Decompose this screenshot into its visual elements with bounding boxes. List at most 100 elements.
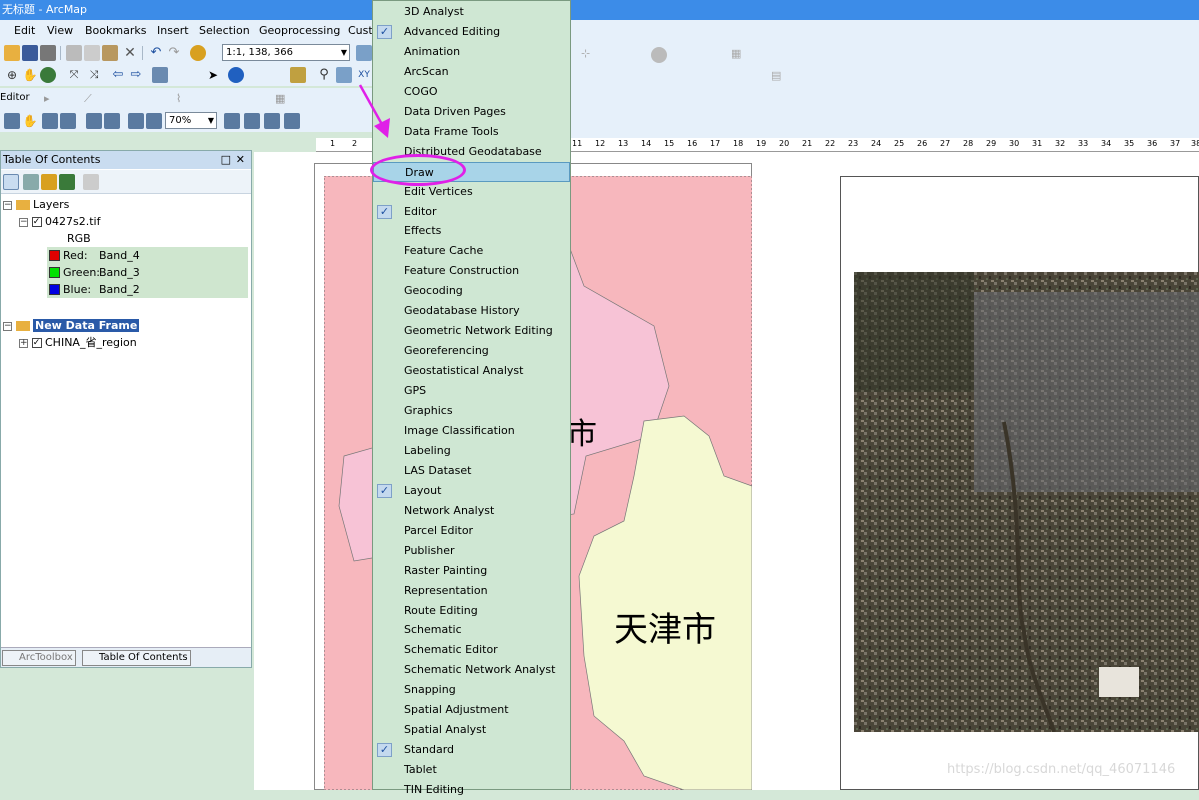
layers-frame-row[interactable]: − Layers: [3, 196, 69, 213]
toolbar-menu-item[interactable]: Schematic Editor: [373, 640, 570, 660]
layer-visibility-checkbox[interactable]: ✓: [31, 338, 42, 348]
toolbar-menu-item[interactable]: ✓ Editor: [373, 202, 570, 222]
layout-pan-icon[interactable]: ✋: [22, 113, 38, 129]
close-icon[interactable]: ✕: [236, 151, 245, 169]
toolbar-menu-item[interactable]: TIN Editing: [373, 780, 570, 800]
restore-icon[interactable]: □: [221, 151, 231, 169]
toolbar-menu-item[interactable]: Geostatistical Analyst: [373, 361, 570, 381]
options-icon[interactable]: [83, 174, 99, 190]
toolbar-menu-item[interactable]: ArcScan: [373, 62, 570, 82]
toolbar-menu-item[interactable]: Network Analyst: [373, 501, 570, 521]
globe-icon[interactable]: [651, 47, 667, 63]
blue-swatch[interactable]: [49, 284, 60, 295]
tab-table-of-contents[interactable]: Table Of Contents: [82, 650, 191, 666]
new-data-frame-row[interactable]: − New Data Frame: [3, 317, 140, 334]
toolbar-menu-item[interactable]: Route Editing: [373, 601, 570, 621]
find-icon[interactable]: ⚲: [316, 67, 332, 83]
toolbar-menu-item[interactable]: Image Classification: [373, 421, 570, 441]
satellite-image[interactable]: [854, 272, 1199, 732]
zoom-100-icon[interactable]: [60, 113, 76, 129]
list-by-drawing-order-icon[interactable]: [3, 174, 19, 190]
layout-zoom-in-icon[interactable]: [4, 113, 20, 129]
raster-layer-row[interactable]: − ✓ 0427s2.tif: [19, 213, 100, 230]
menu-insert[interactable]: Insert: [157, 20, 189, 42]
toolbar-menu-item[interactable]: Publisher: [373, 541, 570, 561]
fixed-zoom-out-layout-icon[interactable]: [104, 113, 120, 129]
redo-icon[interactable]: ↷: [166, 45, 182, 61]
green-swatch[interactable]: [49, 267, 60, 278]
list-by-source-icon[interactable]: [23, 174, 39, 190]
menu-geoprocessing[interactable]: Geoprocessing: [259, 20, 340, 42]
toolbar-menu-item[interactable]: 3D Analyst: [373, 2, 570, 22]
change-layout-icon[interactable]: [264, 113, 280, 129]
editor-menu[interactable]: Editor: [0, 92, 30, 103]
back-icon[interactable]: ⇦: [110, 67, 126, 83]
attributes-icon[interactable]: ▦: [275, 91, 291, 107]
toolbar-menu-item[interactable]: COGO: [373, 82, 570, 102]
toolbar-menu-item[interactable]: LAS Dataset: [373, 461, 570, 481]
full-extent-icon[interactable]: [40, 67, 56, 83]
toolbar-menu-item[interactable]: GPS: [373, 381, 570, 401]
menu-bookmarks[interactable]: Bookmarks: [85, 20, 146, 42]
vector-layer-row[interactable]: + ✓ CHINA_省_region: [19, 334, 137, 351]
sketch-tool-icon[interactable]: ⟋: [84, 91, 100, 107]
layout-zoom-combo[interactable]: 70% ▼: [165, 112, 217, 129]
toolbar-menu-item[interactable]: ✓ Advanced Editing: [373, 22, 570, 42]
expand-icon[interactable]: +: [19, 338, 28, 348]
red-swatch[interactable]: [49, 250, 60, 261]
editor-toolbar-icon[interactable]: [356, 45, 372, 61]
toolbar-menu-item[interactable]: Tablet: [373, 760, 570, 780]
toolbar-menu-item[interactable]: Representation: [373, 581, 570, 601]
toolbar-menu-item[interactable]: Geodatabase History: [373, 301, 570, 321]
toolbar-menu-item[interactable]: Animation: [373, 42, 570, 62]
menu-edit[interactable]: Edit: [14, 20, 35, 42]
layer-visibility-checkbox[interactable]: ✓: [31, 217, 42, 227]
go-back-extent-icon[interactable]: [128, 113, 144, 129]
undo-icon[interactable]: ↶: [148, 45, 164, 61]
collapse-icon[interactable]: −: [3, 321, 12, 331]
delete-icon[interactable]: ✕: [122, 45, 138, 61]
toggle-draft-mode-icon[interactable]: [224, 113, 240, 129]
save-icon[interactable]: [22, 45, 38, 61]
toolbar-menu-item[interactable]: Snapping: [373, 680, 570, 700]
toolbar-menu-item[interactable]: Parcel Editor: [373, 521, 570, 541]
toolbar-menu-item[interactable]: Labeling: [373, 441, 570, 461]
forward-icon[interactable]: ⇨: [128, 67, 144, 83]
cut-icon[interactable]: [66, 45, 82, 61]
toolbar-menu-item[interactable]: Data Driven Pages: [373, 102, 570, 122]
toolbar-menu-item[interactable]: Schematic: [373, 620, 570, 640]
toolbar-menu-item[interactable]: Raster Painting: [373, 561, 570, 581]
toolbar-menu-item[interactable]: Data Frame Tools: [373, 122, 570, 142]
paste-icon[interactable]: [102, 45, 118, 61]
fixed-zoom-in-icon[interactable]: ⤧: [66, 67, 82, 83]
zoom-in-icon[interactable]: ⊕: [4, 67, 20, 83]
focus-data-frame-icon[interactable]: [244, 113, 260, 129]
menu-view[interactable]: View: [47, 20, 73, 42]
collapse-icon[interactable]: −: [19, 217, 28, 227]
toolbar-menu-item[interactable]: Georeferencing: [373, 341, 570, 361]
toolbar-menu-item[interactable]: Geocoding: [373, 281, 570, 301]
collapse-icon[interactable]: −: [3, 200, 12, 210]
toolbar-menu-item[interactable]: Feature Construction: [373, 261, 570, 281]
toolbar-menu-item[interactable]: Spatial Adjustment: [373, 700, 570, 720]
toolbar-menu-item[interactable]: Spatial Analyst: [373, 720, 570, 740]
toolbar-menu-item[interactable]: ✓ Standard: [373, 740, 570, 760]
menu-selection[interactable]: Selection: [199, 20, 250, 42]
toolbar-menu-item[interactable]: ✓ Layout: [373, 481, 570, 501]
split-tool-icon[interactable]: ⌇: [176, 91, 192, 107]
copy-icon[interactable]: [84, 45, 100, 61]
toolbar-menu-item[interactable]: Graphics: [373, 401, 570, 421]
list-by-selection-icon[interactable]: [59, 174, 75, 190]
go-forward-extent-icon[interactable]: [146, 113, 162, 129]
pan-icon[interactable]: ✋: [22, 67, 38, 83]
fixed-zoom-layout-icon[interactable]: [86, 113, 102, 129]
select-features-icon[interactable]: [152, 67, 168, 83]
print-icon[interactable]: [40, 45, 56, 61]
fixed-zoom-out-icon[interactable]: ⤨: [86, 67, 102, 83]
select-elements-icon[interactable]: ➤: [205, 67, 221, 83]
identify-icon[interactable]: [228, 67, 244, 83]
measure-icon[interactable]: [290, 67, 306, 83]
open-icon[interactable]: [4, 45, 20, 61]
toolbar-menu-item[interactable]: Schematic Network Analyst: [373, 660, 570, 680]
map-scale-combo[interactable]: 1:1, 138, 366 ▼: [222, 44, 350, 61]
